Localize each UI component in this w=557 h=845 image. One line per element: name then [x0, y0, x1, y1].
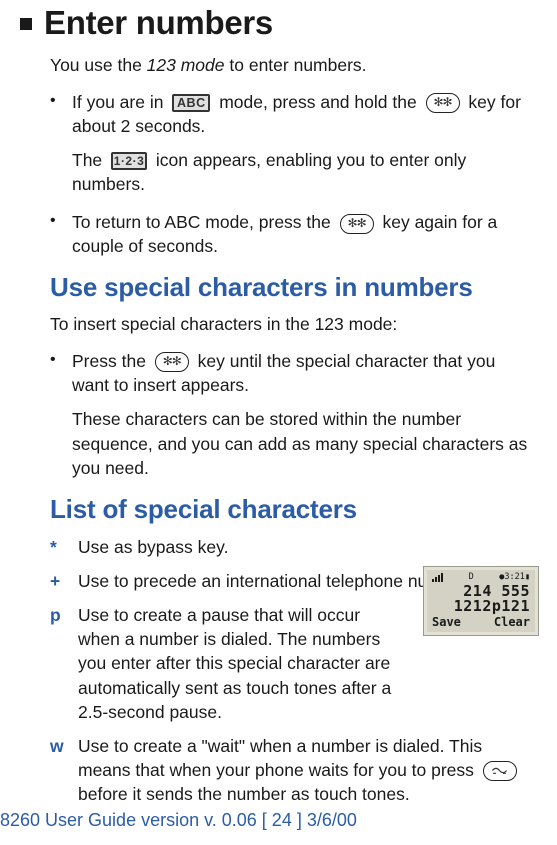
char-symbol: *	[50, 535, 78, 559]
list-item: If you are in ABC mode, press and hold t…	[50, 90, 537, 138]
w-desc-pre: Use to create a "wait" when a number is …	[78, 736, 482, 780]
char-symbol: p	[50, 603, 78, 724]
char-symbol: w	[50, 734, 78, 806]
enter-numbers-list-2: To return to ABC mode, press the key aga…	[50, 210, 537, 258]
123-mode-icon: 1·2·3	[111, 152, 147, 170]
section2-sub: These characters can be stored within th…	[72, 407, 537, 479]
table-row: * Use as bypass key.	[50, 535, 537, 559]
abc-mode-icon: ABC	[172, 94, 210, 112]
phone-status-left: D	[469, 573, 474, 582]
softkey-right: Clear	[494, 615, 530, 629]
char-desc: Use as bypass key.	[78, 535, 537, 559]
enter-numbers-list: If you are in ABC mode, press and hold t…	[50, 90, 537, 138]
intro-pre: You use the	[50, 55, 147, 75]
section-title-list-chars: List of special characters	[50, 494, 537, 525]
list-item: Press the key until the special characte…	[50, 349, 537, 397]
s2-li1-pre: Press the	[72, 351, 151, 371]
signal-icon	[432, 573, 443, 582]
star-key-icon	[155, 352, 189, 372]
star-key-icon	[426, 93, 460, 113]
phone-screen: D ●3:21▮ 214 555 1212p121 Save Clear	[430, 573, 532, 629]
special-chars-list: Press the key until the special characte…	[50, 349, 537, 397]
sub1-pre: The	[72, 150, 107, 170]
page-footer: 8260 User Guide version v. 0.06 [ 24 ] 3…	[0, 810, 357, 831]
intro-post: to enter numbers.	[225, 55, 367, 75]
li1-mid: mode, press and hold the	[219, 92, 421, 112]
intro-mode: 123 mode	[147, 55, 225, 75]
section-title-special-chars: Use special characters in numbers	[50, 272, 537, 303]
phone-screenshot: D ●3:21▮ 214 555 1212p121 Save Clear	[423, 566, 539, 636]
char-symbol: +	[50, 569, 78, 593]
list-item: To return to ABC mode, press the key aga…	[50, 210, 537, 258]
li2-pre: To return to ABC mode, press the	[72, 212, 336, 232]
section2-intro: To insert special characters in the 123 …	[50, 313, 537, 337]
table-row: w Use to create a "wait" when a number i…	[50, 734, 537, 806]
sub-paragraph: The 1·2·3 icon appears, enabling you to …	[72, 148, 537, 196]
li1-pre: If you are in	[72, 92, 168, 112]
star-key-icon	[340, 214, 374, 234]
heading-row: Enter numbers	[20, 4, 537, 54]
phone-softkeys: Save Clear	[430, 615, 532, 629]
intro-paragraph: You use the 123 mode to enter numbers.	[50, 54, 537, 78]
softkey-left: Save	[432, 615, 461, 629]
phone-status-right: ●3:21▮	[499, 573, 530, 582]
section-title-enter-numbers: Enter numbers	[44, 4, 273, 42]
w-desc-post: before it sends the number as touch tone…	[78, 784, 410, 804]
char-desc: Use to create a "wait" when a number is …	[78, 734, 537, 806]
call-key-icon	[483, 761, 517, 781]
page-body: Enter numbers You use the 123 mode to en…	[0, 0, 557, 806]
phone-number-line2: 1212p121	[430, 599, 532, 614]
char-desc: Use to create a pause that will occur wh…	[78, 603, 398, 724]
heading-bullet-icon	[20, 18, 32, 30]
